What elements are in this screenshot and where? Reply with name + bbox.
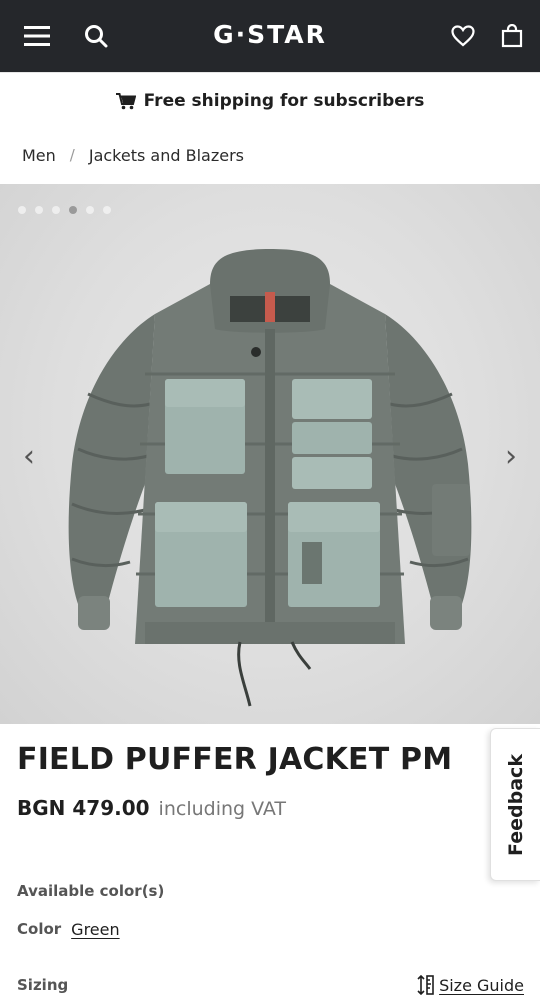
color-label: Color (17, 920, 62, 938)
gallery-dot[interactable] (86, 206, 94, 214)
size-guide-label: Size Guide (439, 975, 524, 995)
breadcrumb-men[interactable]: Men (22, 146, 56, 165)
color-row: Color Green (17, 920, 120, 939)
vat-note: including VAT (158, 798, 287, 820)
gallery-dot[interactable] (52, 206, 60, 214)
heart-icon (451, 25, 475, 47)
product-price: BGN 479.00 (17, 796, 150, 820)
price-row: BGN 479.00 including VAT (17, 796, 286, 820)
wishlist-button[interactable] (443, 16, 483, 56)
gallery-prev-arrow[interactable]: ‹ (14, 436, 44, 476)
feedback-tab[interactable]: Feedback (490, 728, 540, 881)
gallery-pagination-dots (18, 206, 111, 214)
breadcrumb-separator: / (69, 146, 75, 164)
promo-text: Free shipping for subscribers (143, 90, 425, 111)
breadcrumb-jackets-and-blazers[interactable]: Jackets and Blazers (89, 146, 244, 165)
shopping-bag-button[interactable] (492, 16, 532, 56)
product-title: FIELD PUFFER JACKET PM (17, 742, 453, 777)
size-guide-link[interactable]: Size Guide (417, 975, 524, 995)
gallery-dot[interactable] (103, 206, 111, 214)
available-colors-label: Available color(s) (17, 882, 165, 900)
top-header: G·STAR (0, 0, 540, 72)
gallery-dot[interactable] (35, 206, 43, 214)
shopping-bag-icon (501, 24, 523, 48)
color-value-link[interactable]: Green (71, 920, 119, 939)
feedback-label: Feedback (504, 753, 527, 856)
ruler-icon (417, 975, 434, 995)
product-image (68, 249, 472, 707)
breadcrumb: Men / Jackets and Blazers (22, 143, 244, 167)
gallery-dot-active[interactable] (69, 206, 77, 214)
promo-banner: Free shipping for subscribers (0, 72, 540, 128)
gallery-next-arrow[interactable]: › (496, 436, 526, 476)
cart-icon (115, 92, 136, 109)
product-image-gallery[interactable]: ‹ › (0, 184, 540, 724)
gallery-dot[interactable] (18, 206, 26, 214)
sizing-label: Sizing (17, 976, 69, 994)
